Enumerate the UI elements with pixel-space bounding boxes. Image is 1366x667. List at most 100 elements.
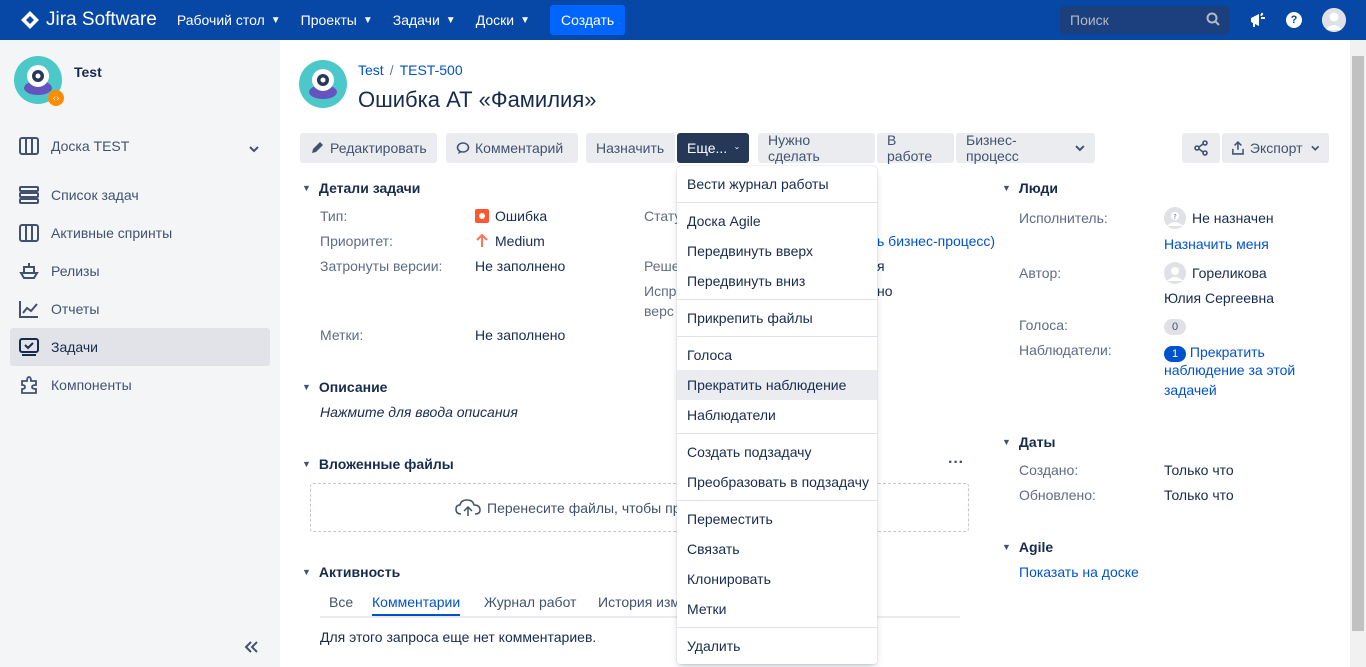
menu-item-attach-files[interactable]: Прикрепить файлы xyxy=(677,303,877,333)
nav-issues[interactable]: Задачи ▼ xyxy=(393,12,456,28)
menu-item-agile-board[interactable]: Доска Agile xyxy=(677,206,877,236)
menu-item-watchers[interactable]: Наблюдатели xyxy=(677,400,877,430)
menu-item-move[interactable]: Переместить xyxy=(677,504,877,534)
arrow-up-icon xyxy=(476,234,488,247)
priority-value[interactable]: Medium xyxy=(475,233,545,249)
help-button[interactable]: ? xyxy=(1284,10,1304,30)
menu-item-create-subtask[interactable]: Создать подзадачу xyxy=(677,437,877,467)
fix-versions-value: но xyxy=(877,283,893,299)
more-actions-label: Еще... xyxy=(687,140,728,156)
sidebar-item-backlog[interactable]: Список задач xyxy=(10,176,270,214)
scrollbar-thumb[interactable] xyxy=(1352,56,1364,631)
menu-item-log-work[interactable]: Вести журнал работы xyxy=(677,169,877,199)
watchers-badge[interactable]: 1 xyxy=(1164,346,1186,362)
sidebar-item-components[interactable]: Компоненты xyxy=(10,366,270,404)
comment-button[interactable]: Комментарий xyxy=(446,133,578,163)
project-sidebar: ‹› Test Доска TEST Список задач Активные… xyxy=(0,40,280,667)
description-header: Описание xyxy=(318,379,388,395)
chevron-down-icon: ▼ xyxy=(302,382,311,392)
stop-watching-link[interactable]: Прекратить xyxy=(1190,344,1265,360)
tab-history[interactable]: История изм xyxy=(598,594,680,610)
share-button[interactable] xyxy=(1182,133,1220,163)
sidebar-item-active-sprints[interactable]: Активные спринты xyxy=(10,214,270,252)
jira-logo[interactable]: Jira Software xyxy=(20,9,157,31)
create-button[interactable]: Создать xyxy=(549,5,626,35)
created-value: Только что xyxy=(1164,462,1234,478)
menu-divider xyxy=(677,500,877,501)
menu-item-rank-bottom[interactable]: Передвинуть вниз xyxy=(677,266,877,296)
menu-item-labels[interactable]: Метки xyxy=(677,594,877,624)
view-workflow-link[interactable]: ь бизнес-процесс) xyxy=(877,233,995,249)
search-input[interactable]: Поиск xyxy=(1060,6,1230,34)
menu-item-convert-to-subtask[interactable]: Преобразовать в подзадачу xyxy=(677,467,877,497)
nav-boards[interactable]: Доски ▼ xyxy=(476,12,530,28)
cloud-upload-icon xyxy=(455,498,481,516)
chevron-down-icon xyxy=(248,140,260,156)
svg-text:‹›: ‹› xyxy=(52,94,59,104)
more-options-icon[interactable]: ··· xyxy=(948,454,964,472)
jira-diamond-icon xyxy=(21,11,39,29)
menu-item-votes[interactable]: Голоса xyxy=(677,340,877,370)
assign-button[interactable]: Назначить xyxy=(586,133,675,163)
watchers-label: Наблюдатели: xyxy=(1019,342,1112,358)
workflow-button[interactable]: Бизнес-процесс xyxy=(956,132,1095,164)
breadcrumb-issue-key-link[interactable]: TEST-500 xyxy=(400,62,463,78)
votes-count[interactable]: 0 xyxy=(1164,317,1186,335)
sidebar-board-selector[interactable]: Доска TEST xyxy=(10,127,270,165)
votes-badge: 0 xyxy=(1164,319,1186,335)
agile-section-toggle[interactable]: ▼ Agile xyxy=(1002,539,1053,555)
sidebar-item-label: Активные спринты xyxy=(51,225,173,241)
description-placeholder[interactable]: Нажмите для ввода описания xyxy=(320,404,518,420)
view-on-board-link[interactable]: Показать на доске xyxy=(1019,564,1139,580)
people-section-toggle[interactable]: ▼ Люди xyxy=(1002,180,1058,196)
notifications-megaphone-icon[interactable] xyxy=(1248,10,1268,30)
dates-section-toggle[interactable]: ▼ Даты xyxy=(1002,434,1056,450)
nav-dashboard[interactable]: Рабочий стол ▼ xyxy=(177,12,281,28)
stop-watching-link-line3[interactable]: задачей xyxy=(1164,382,1217,398)
breadcrumb-project-link[interactable]: Test xyxy=(358,62,384,78)
reporter-value[interactable]: Гореликова xyxy=(1164,262,1267,284)
issues-icon xyxy=(18,336,40,358)
affects-versions-value[interactable]: Не заполнено xyxy=(475,258,565,274)
sidebar-item-releases[interactable]: Релизы xyxy=(10,252,270,290)
stop-watching-link-line2[interactable]: наблюдение за этой xyxy=(1164,362,1295,378)
project-header[interactable]: ‹› Test xyxy=(14,56,102,106)
sidebar-item-issues[interactable]: Задачи xyxy=(10,328,270,366)
attachments-section-toggle[interactable]: ▼ Вложенные файлы xyxy=(302,456,454,472)
menu-item-stop-watching[interactable]: Прекратить наблюдение xyxy=(677,370,877,400)
menu-divider xyxy=(677,336,877,337)
type-value-text: Ошибка xyxy=(495,208,548,224)
activity-section-toggle[interactable]: ▼ Активность xyxy=(302,564,400,580)
menu-item-clone[interactable]: Клонировать xyxy=(677,564,877,594)
menu-item-rank-top[interactable]: Передвинуть вверх xyxy=(677,236,877,266)
breadcrumb: Test / TEST-500 xyxy=(358,62,463,78)
assignee-value[interactable]: ? Не назначен xyxy=(1164,207,1274,229)
tab-all[interactable]: Все xyxy=(329,594,353,610)
sidebar-item-reports[interactable]: Отчеты xyxy=(10,290,270,328)
nav-projects[interactable]: Проекты ▼ xyxy=(301,12,373,28)
search-icon xyxy=(1206,12,1220,26)
menu-item-delete[interactable]: Удалить xyxy=(677,631,877,661)
chevron-down-icon: ▼ xyxy=(302,183,311,193)
type-value[interactable]: Ошибка xyxy=(475,208,547,224)
more-actions-button[interactable]: Еще... xyxy=(677,133,749,163)
assign-to-me-link[interactable]: Назначить меня xyxy=(1164,236,1269,252)
sprint-board-icon xyxy=(18,222,40,244)
collapse-sidebar-icon[interactable] xyxy=(243,640,259,659)
user-avatar[interactable] xyxy=(1322,8,1346,32)
details-section-toggle[interactable]: ▼ Детали задачи xyxy=(302,180,420,196)
tab-worklog[interactable]: Журнал работ xyxy=(484,594,576,610)
chevron-down-icon: ▼ xyxy=(445,14,456,26)
menu-item-link[interactable]: Связать xyxy=(677,534,877,564)
todo-transition-button[interactable]: Нужно сделать xyxy=(758,132,875,164)
labels-value[interactable]: Не заполнено xyxy=(475,327,565,343)
updated-label: Обновлено: xyxy=(1019,487,1096,503)
description-section-toggle[interactable]: ▼ Описание xyxy=(302,379,387,395)
page-scrollbar[interactable] xyxy=(1350,40,1366,667)
tab-comments[interactable]: Комментарии xyxy=(372,594,461,616)
export-button[interactable]: Экспорт xyxy=(1222,133,1329,163)
in-progress-transition-button[interactable]: В работе xyxy=(877,132,954,164)
page-title[interactable]: Ошибка АТ «Фамилия» xyxy=(358,87,597,113)
edit-button[interactable]: Редактировать xyxy=(300,133,437,163)
unassigned-avatar-icon: ? xyxy=(1164,207,1186,229)
